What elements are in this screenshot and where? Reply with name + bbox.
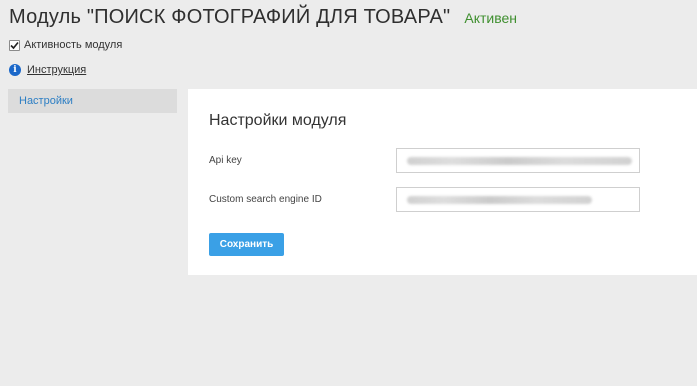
activity-label: Активность модуля xyxy=(24,39,123,51)
obscured-value xyxy=(407,196,592,204)
checkmark-icon xyxy=(10,41,19,49)
activity-checkbox[interactable] xyxy=(9,39,20,51)
instruction-row: i Инструкция xyxy=(9,64,86,76)
search-engine-id-label: Custom search engine ID xyxy=(209,194,322,205)
api-key-field[interactable] xyxy=(396,148,640,173)
info-icon: i xyxy=(9,64,21,76)
settings-panel: Настройки модуля Api key Custom search e… xyxy=(188,89,697,275)
status-badge: Активен xyxy=(464,10,518,26)
panel-title: Настройки модуля xyxy=(209,112,347,129)
module-activity-toggle[interactable]: Активность модуля xyxy=(9,39,122,51)
module-settings-page: Модуль "ПОИСК ФОТОГРАФИЙ ДЛЯ ТОВАРА" Акт… xyxy=(0,0,697,386)
api-key-label: Api key xyxy=(209,155,242,166)
obscured-value xyxy=(407,157,632,165)
search-engine-id-field[interactable] xyxy=(396,187,640,212)
page-title: Модуль "ПОИСК ФОТОГРАФИЙ ДЛЯ ТОВАРА" xyxy=(9,6,451,28)
save-button[interactable]: Сохранить xyxy=(209,233,284,256)
sidebar: Настройки xyxy=(8,89,177,113)
sidebar-item-settings[interactable]: Настройки xyxy=(8,89,177,113)
page-header: Модуль "ПОИСК ФОТОГРАФИЙ ДЛЯ ТОВАРА" Акт… xyxy=(9,6,517,29)
instruction-link[interactable]: Инструкция xyxy=(27,64,86,76)
